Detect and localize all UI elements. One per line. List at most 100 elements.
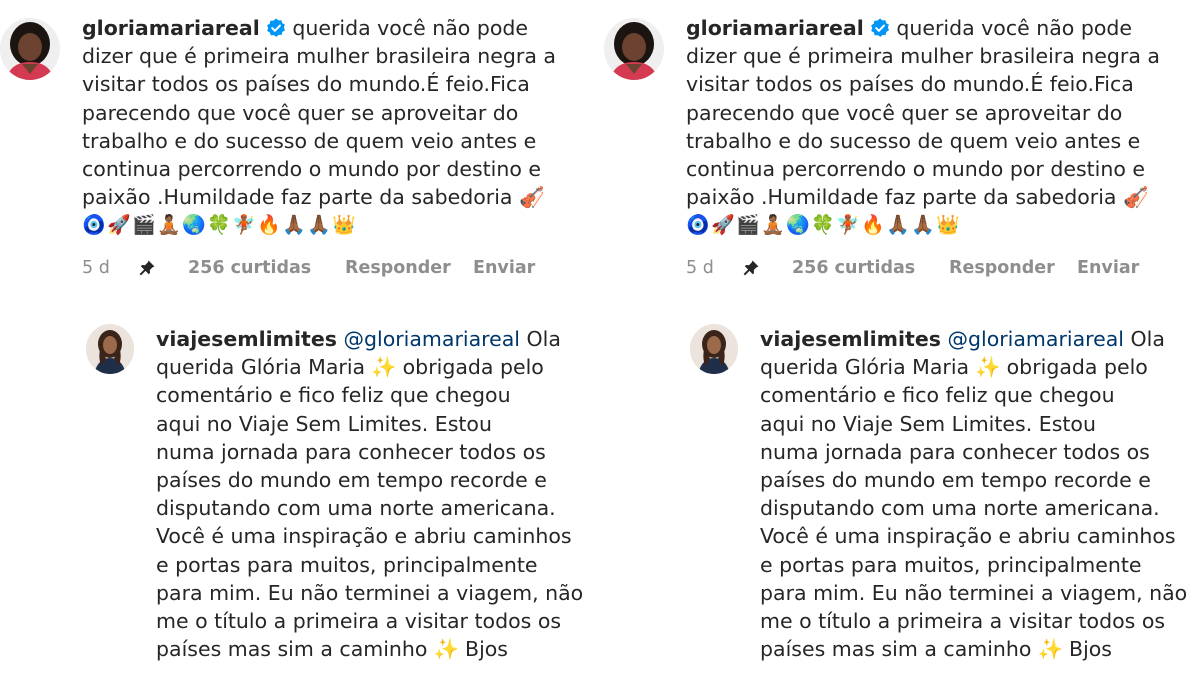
- reply-line: países do mundo em tempo recorde e: [760, 468, 1151, 493]
- comment-line: trabalho e do sucesso de quem veio antes…: [686, 128, 1141, 153]
- yoga-emoji: 🧘🏾: [157, 214, 181, 237]
- nazar-emoji: 🧿: [82, 214, 106, 237]
- comment-body: gloriamariareal querida você não pode di…: [82, 14, 582, 239]
- rocket-emoji: 🚀: [711, 214, 735, 237]
- reply-body: viajesemlimites @gloriamariareal Ola que…: [156, 325, 596, 663]
- reply-username[interactable]: viajesemlimites: [156, 327, 337, 351]
- comment-line: querida você não pode: [896, 16, 1133, 40]
- reply-line: países mas sim a caminho: [156, 637, 428, 662]
- comment-line: paixão .Humildade faz parte da sabedoria: [82, 185, 513, 210]
- mention-link[interactable]: @gloriamariareal: [948, 327, 1125, 351]
- sparkles-emoji: ✨: [1037, 637, 1063, 662]
- comment-line: dizer que é primeira mulher brasileira n…: [686, 44, 1160, 69]
- globe-emoji: 🌏: [182, 214, 206, 237]
- reply-line: obrigada pelo: [402, 355, 544, 380]
- reply-body: viajesemlimites @gloriamariareal Ola que…: [760, 325, 1200, 663]
- reply-line: e portas para muitos, principalmente: [156, 552, 538, 577]
- pray-emoji: 🙏🏾: [307, 214, 331, 237]
- mention-link[interactable]: @gloriamariareal: [344, 327, 521, 351]
- violin-emoji: 🎻: [1122, 185, 1149, 210]
- emoji-row: 🧿🚀🎬🧘🏾🌏🍀🧚🏾🔥🙏🏾🙏🏾👑: [82, 211, 582, 239]
- comment-panel-left: gloriamariareal querida você não pode di…: [0, 0, 600, 675]
- avatar[interactable]: [0, 18, 60, 80]
- comment-line: parecendo que você quer se aproveitar do: [82, 100, 519, 125]
- sparkles-emoji: ✨: [975, 355, 1001, 380]
- fairy-emoji: 🧚🏾: [232, 214, 256, 237]
- reply-line: aqui no Viaje Sem Limites. Estou: [156, 411, 492, 436]
- rocket-emoji: 🚀: [107, 214, 131, 237]
- emoji-row: 🧿🚀🎬🧘🏾🌏🍀🧚🏾🔥🙏🏾🙏🏾👑: [686, 211, 1186, 239]
- reply-line: querida Glória Maria: [156, 355, 366, 380]
- comment-line: querida você não pode: [292, 16, 529, 40]
- reply-line: comentário e fico feliz que chegou: [156, 383, 511, 408]
- comment-body: gloriamariareal querida você não pode di…: [686, 14, 1186, 239]
- pin-icon: [742, 259, 792, 277]
- pray-emoji: 🙏🏾: [886, 214, 910, 237]
- reply-line: comentário e fico feliz que chegou: [760, 383, 1115, 408]
- comment-line: visitar todos os países do mundo.É feio.…: [686, 72, 1134, 97]
- reply-line: me o título a primeira a visitar todos o…: [156, 609, 562, 634]
- reply-line: aqui no Viaje Sem Limites. Estou: [760, 411, 1096, 436]
- reply-avatar[interactable]: [86, 324, 134, 374]
- likes-count[interactable]: 256 curtidas: [188, 258, 345, 278]
- clapper-emoji: 🎬: [736, 214, 760, 237]
- reply-line: me o título a primeira a visitar todos o…: [760, 609, 1166, 634]
- comment-time: 5 d: [686, 258, 714, 278]
- reply-line: Ola: [1130, 327, 1165, 351]
- profile-photo-icon: [604, 18, 664, 80]
- clover-emoji: 🍀: [207, 214, 231, 237]
- comment-time: 5 d: [82, 258, 110, 278]
- pray-emoji: 🙏🏾: [911, 214, 935, 237]
- reply-line: Bjos: [465, 637, 508, 662]
- comment-line: continua percorrendo o mundo por destino…: [686, 157, 1146, 182]
- reply-line: disputando com uma norte americana.: [156, 496, 556, 521]
- yoga-emoji: 🧘🏾: [761, 214, 785, 237]
- send-button[interactable]: Enviar: [473, 258, 535, 278]
- reply-line: numa jornada para conhecer todos os: [760, 439, 1150, 464]
- reply-line: e portas para muitos, principalmente: [760, 552, 1142, 577]
- violin-emoji: 🎻: [518, 185, 545, 210]
- reply-username[interactable]: viajesemlimites: [760, 327, 941, 351]
- reply-line: Bjos: [1069, 637, 1112, 662]
- profile-photo-icon: [0, 18, 60, 80]
- reply-line: países do mundo em tempo recorde e: [156, 468, 547, 493]
- reply-avatar[interactable]: [690, 324, 738, 374]
- profile-photo-icon: [86, 324, 134, 374]
- likes-count[interactable]: 256 curtidas: [792, 258, 949, 278]
- reply-button[interactable]: Responder: [345, 258, 473, 278]
- reply-line: países mas sim a caminho: [760, 637, 1032, 662]
- fairy-emoji: 🧚🏾: [836, 214, 860, 237]
- reply-line: Ola: [526, 327, 561, 351]
- reply-line: para mim. Eu não terminei a viagem, não: [760, 580, 1188, 605]
- fire-emoji: 🔥: [861, 214, 885, 237]
- fire-emoji: 🔥: [257, 214, 281, 237]
- comment-line: paixão .Humildade faz parte da sabedoria: [686, 185, 1117, 210]
- reply-line: Você é uma inspiração e abriu caminhos: [156, 524, 572, 549]
- comment-username[interactable]: gloriamariareal: [686, 16, 864, 40]
- globe-emoji: 🌏: [786, 214, 810, 237]
- verified-badge-icon: [266, 18, 286, 38]
- reply-line: obrigada pelo: [1006, 355, 1148, 380]
- comment-line: trabalho e do sucesso de quem veio antes…: [82, 128, 537, 153]
- reply-line: disputando com uma norte americana.: [760, 496, 1160, 521]
- pray-emoji: 🙏🏾: [282, 214, 306, 237]
- send-button[interactable]: Enviar: [1077, 258, 1139, 278]
- nazar-emoji: 🧿: [686, 214, 710, 237]
- comment-panel-right: gloriamariareal querida você não pode di…: [604, 0, 1200, 675]
- crown-emoji: 👑: [936, 214, 960, 237]
- clapper-emoji: 🎬: [132, 214, 156, 237]
- reply-line: querida Glória Maria: [760, 355, 970, 380]
- reply-line: para mim. Eu não terminei a viagem, não: [156, 580, 584, 605]
- comment-line: dizer que é primeira mulher brasileira n…: [82, 44, 556, 69]
- comment-line: parecendo que você quer se aproveitar do: [686, 100, 1123, 125]
- reply-line: Você é uma inspiração e abriu caminhos: [760, 524, 1176, 549]
- comment-username[interactable]: gloriamariareal: [82, 16, 260, 40]
- sparkles-emoji: ✨: [371, 355, 397, 380]
- crown-emoji: 👑: [332, 214, 356, 237]
- pin-icon: [138, 259, 188, 277]
- avatar[interactable]: [604, 18, 664, 80]
- verified-badge-icon: [870, 18, 890, 38]
- comment-meta-row: 5 d 256 curtidas Responder Enviar: [82, 255, 535, 281]
- profile-photo-icon: [690, 324, 738, 374]
- reply-button[interactable]: Responder: [949, 258, 1077, 278]
